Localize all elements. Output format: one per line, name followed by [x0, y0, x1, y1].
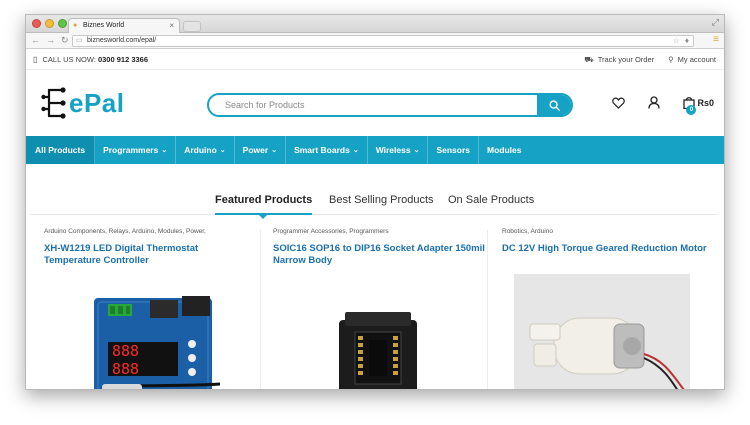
address-bar-actions: ☆ ♦ [673, 36, 689, 45]
product-image-socket-adapter[interactable] [333, 310, 423, 390]
account-user-icon[interactable] [648, 96, 661, 109]
user-icon: ⚲ [668, 55, 674, 64]
search-bar [207, 93, 573, 117]
product-categories[interactable]: Robotics, Arduino [502, 228, 716, 235]
product-categories[interactable]: Programmer Accessories, Programmers [273, 228, 485, 235]
search-icon [548, 99, 560, 111]
my-account-label: My account [677, 55, 716, 64]
phone-number[interactable]: 0300 912 3366 [98, 55, 148, 64]
call-prefix: CALL US NOW: [42, 55, 96, 64]
nav-arduino[interactable]: Arduino ⌄ [176, 136, 235, 164]
header-actions: 0 Rs0 [612, 96, 714, 115]
card-divider [487, 230, 488, 389]
favicon-icon: ● [73, 22, 78, 29]
nav-smart-boards[interactable]: Smart Boards ⌄ [286, 136, 368, 164]
browser-menu-icon[interactable]: ≡ [713, 34, 719, 45]
product-tabs: Featured Products Best Selling Products … [26, 164, 724, 219]
product-card[interactable]: Programmer Accessories, Programmers SOIC… [273, 228, 485, 390]
truck-icon: ⛟ [584, 55, 594, 64]
nav-all-products[interactable]: All Products [26, 136, 96, 164]
maximize-window-button[interactable] [58, 19, 67, 28]
svg-text:888: 888 [112, 360, 139, 378]
chevron-down-icon: ⌄ [413, 147, 420, 154]
tab-close-icon[interactable]: × [169, 21, 174, 30]
nav-label: Power [242, 145, 269, 155]
product-card[interactable]: Robotics, Arduino DC 12V High Torque Gea… [502, 228, 716, 390]
chevron-down-icon: ⌄ [161, 147, 168, 154]
nav-power[interactable]: Power ⌄ [235, 136, 287, 164]
reload-icon[interactable]: ↻ [61, 35, 69, 46]
circuit-logo-icon [41, 87, 66, 119]
browser-titlebar: ● Biznes World × ⤢ [26, 15, 724, 33]
search-button[interactable] [537, 95, 571, 115]
chevron-down-icon: ⌄ [219, 147, 226, 154]
nav-modules[interactable]: Modules [479, 136, 529, 164]
product-image-thermostat[interactable]: 888 888 [92, 292, 222, 390]
product-title[interactable]: XH-W1219 LED Digital Thermostat Temperat… [44, 243, 256, 267]
tab-featured-products[interactable]: Featured Products [215, 194, 312, 206]
extension-icon[interactable]: ♦ [685, 36, 689, 45]
fullscreen-icon[interactable]: ⤢ [712, 17, 719, 28]
search-input[interactable] [209, 95, 539, 115]
nav-label: Smart Boards [294, 145, 350, 155]
nav-programmers[interactable]: Programmers ⌄ [95, 136, 177, 164]
browser-tab[interactable]: ● Biznes World × [68, 18, 180, 33]
window-controls [32, 19, 67, 28]
close-window-button[interactable] [32, 19, 41, 28]
nav-label: Sensors [436, 145, 470, 155]
chevron-down-icon: ⌄ [271, 147, 278, 154]
address-url: biznesworld.com/epal/ [87, 37, 157, 44]
track-order-link[interactable]: ⛟ Track your Order [584, 55, 654, 65]
address-bar[interactable]: ▭ biznesworld.com/epal/ ☆ ♦ [72, 35, 694, 47]
cart-button[interactable]: 0 Rs0 [683, 96, 714, 115]
product-grid: Arduino Components, Relays, Arduino, Mod… [26, 228, 724, 390]
nav-label: Wireless [375, 145, 411, 155]
nav-label: All Products [35, 145, 86, 155]
product-categories[interactable]: Arduino Components, Relays, Arduino, Mod… [44, 228, 256, 235]
top-links: ⛟ Track your Order ⚲ My account [584, 55, 716, 65]
nav-wireless[interactable]: Wireless ⌄ [368, 136, 429, 164]
active-tab-caret [259, 215, 267, 219]
new-tab-button[interactable] [183, 21, 201, 32]
page-icon: ▭ [76, 37, 83, 44]
main-nav: All Products Programmers ⌄ Arduino ⌄ Power… [26, 136, 724, 164]
svg-text:888: 888 [112, 342, 139, 360]
product-title[interactable]: DC 12V High Torque Geared Reduction Moto… [502, 243, 716, 255]
tab-best-selling-products[interactable]: Best Selling Products [329, 194, 434, 206]
card-divider [260, 230, 261, 389]
nav-sensors[interactable]: Sensors [428, 136, 479, 164]
wishlist-heart-icon[interactable] [612, 97, 626, 109]
chevron-down-icon: ⌄ [352, 147, 359, 154]
bookmark-star-icon[interactable]: ☆ [673, 36, 680, 45]
tab-on-sale-products[interactable]: On Sale Products [448, 194, 534, 206]
site-logo[interactable]: ePal [41, 86, 125, 120]
cart-total: Rs0 [697, 97, 714, 108]
call-us: ▯ CALL US NOW: 0300 912 3366 [33, 55, 148, 64]
product-image-geared-motor[interactable] [514, 274, 690, 390]
phone-icon: ▯ [33, 55, 38, 64]
nav-label: Arduino [184, 145, 217, 155]
forward-icon[interactable]: → [46, 35, 55, 46]
site-header: ePal 0 [26, 70, 724, 136]
product-card[interactable]: Arduino Components, Relays, Arduino, Mod… [44, 228, 256, 390]
browser-window: ● Biznes World × ⤢ ← → ↻ ▭ biznesworld.c… [25, 14, 725, 390]
nav-label: Modules [487, 145, 522, 155]
track-order-label: Track your Order [597, 55, 655, 64]
cart-count-badge: 0 [686, 105, 697, 115]
browser-nav-buttons: ← → ↻ [31, 35, 69, 46]
browser-tab-title: Biznes World [83, 22, 125, 29]
product-title[interactable]: SOIC16 SOP16 to DIP16 Socket Adapter 150… [273, 243, 485, 267]
tabs-divider [30, 214, 718, 215]
minimize-window-button[interactable] [45, 19, 54, 28]
back-icon[interactable]: ← [31, 35, 40, 46]
nav-label: Programmers [103, 145, 159, 155]
browser-toolbar: ← → ↻ ▭ biznesworld.com/epal/ ☆ ♦ ≡ [26, 33, 724, 49]
logo-text: ePal [69, 87, 125, 118]
top-info-bar: ▯ CALL US NOW: 0300 912 3366 ⛟ Track your… [26, 49, 724, 70]
my-account-link[interactable]: ⚲ My account [668, 55, 716, 65]
